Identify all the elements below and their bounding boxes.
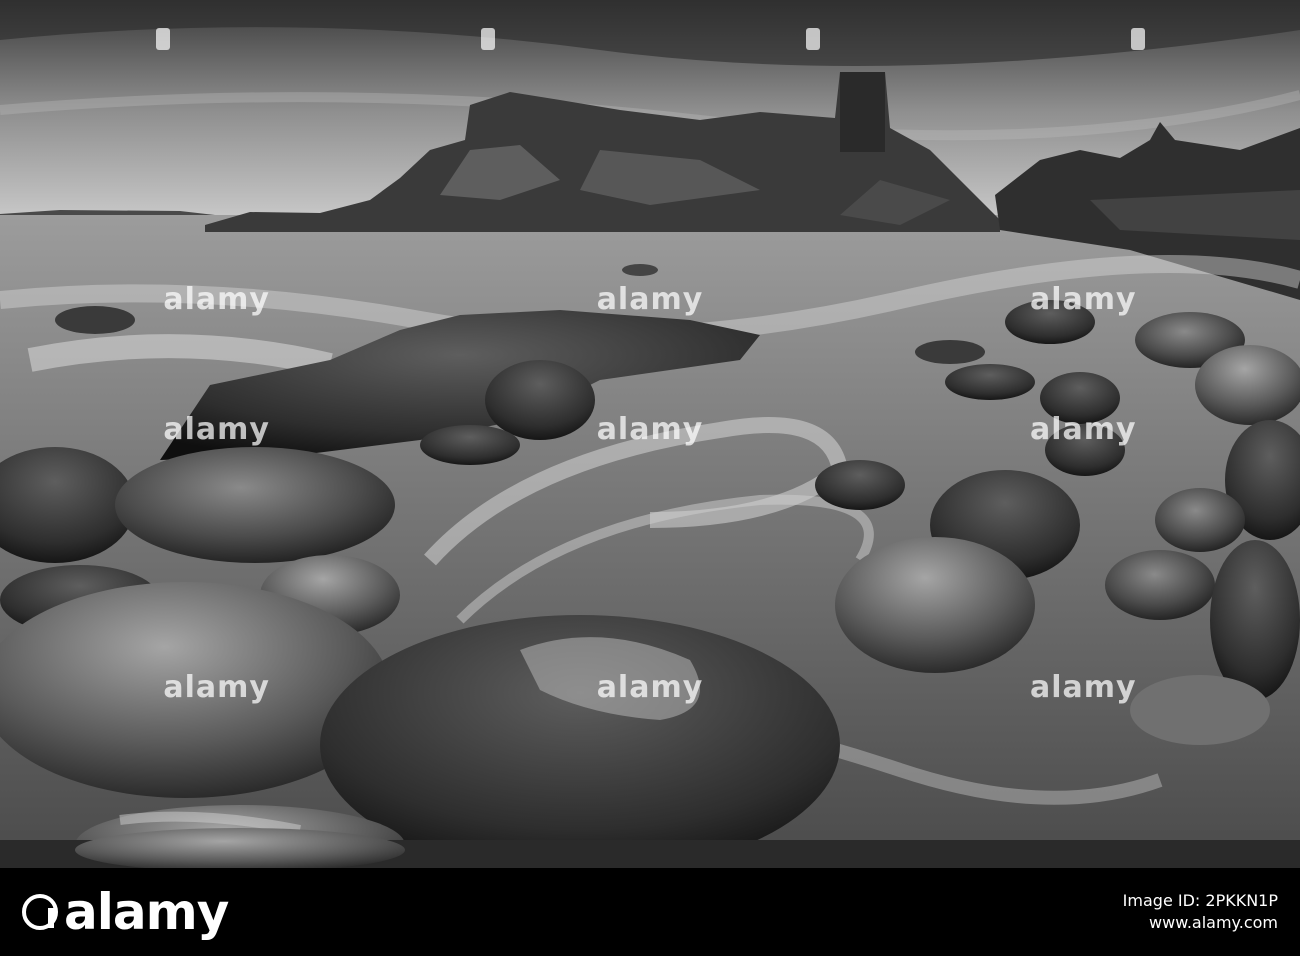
site-url[interactable]: www.alamy.com	[1123, 912, 1278, 934]
brand-logo-icon	[22, 893, 58, 930]
coastal-castle-photo	[0, 0, 1300, 868]
stock-photo-frame: alamy alamy alamy alamy alamy alamy alam…	[0, 0, 1300, 956]
image-info: Image ID: 2PKKN1P www.alamy.com	[1123, 890, 1278, 934]
image-id: Image ID: 2PKKN1P	[1122, 891, 1278, 910]
brand-logo: alamy	[22, 883, 229, 941]
brand-name: alamy	[64, 883, 229, 941]
footer-bar: alamy Image ID: 2PKKN1P www.alamy.com	[0, 868, 1300, 956]
